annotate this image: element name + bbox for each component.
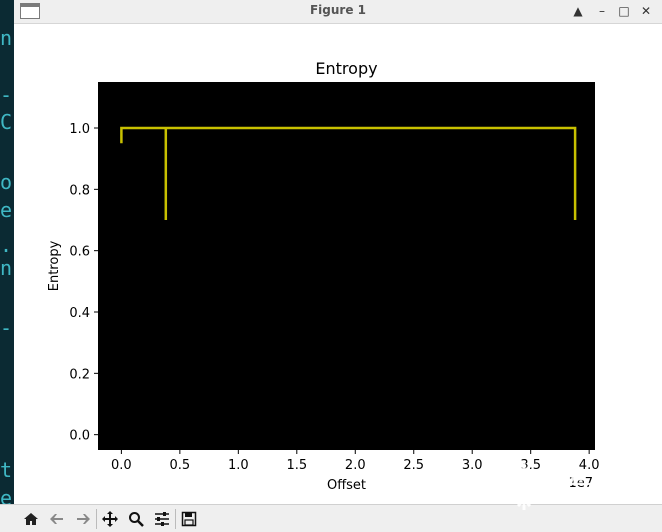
y-tick-label: 0.6 [69, 245, 90, 260]
save-icon[interactable] [178, 509, 200, 529]
chart-title: Entropy [315, 59, 377, 78]
terminal-char: - [0, 83, 13, 107]
y-axis-label: Entropy [47, 240, 62, 291]
window-menu-button[interactable]: ▲ [570, 3, 586, 19]
back-icon[interactable] [46, 509, 68, 529]
forward-icon[interactable] [72, 509, 94, 529]
toolbar-separator [96, 509, 97, 529]
x-tick-label: 2.0 [345, 458, 366, 473]
terminal-char: t [0, 458, 13, 482]
x-tick-label: 3.0 [462, 458, 483, 473]
y-tick-label: 0.4 [69, 306, 90, 321]
plot-background[interactable] [98, 82, 595, 450]
watermark-text: 看雪 [558, 470, 626, 510]
y-tick-label: 0.8 [69, 183, 90, 198]
pan-icon[interactable] [99, 509, 121, 529]
plot-area[interactable]: Entropy 0.0 0.5 1.0 1.5 2.0 2.5 3.0 3.5 4.0 0.0 0.2… [14, 24, 662, 504]
home-icon[interactable] [20, 509, 42, 529]
x-axis-label: Offset [327, 478, 366, 493]
x-tick-label: 0.0 [111, 458, 132, 473]
y-tick-label: 0.0 [69, 429, 90, 444]
entropy-chart[interactable]: Entropy0.0 0.5 1.0 1.5 2.0 2.5 3.0 3.5 4.00.00.2… [14, 24, 662, 504]
terminal-char: n [0, 256, 13, 280]
zoom-icon[interactable] [125, 509, 147, 529]
maximize-button[interactable]: □ [616, 3, 632, 19]
window-title: Figure 1 [309, 3, 367, 17]
toolbar-separator [175, 509, 176, 529]
minimize-button[interactable]: – [594, 3, 610, 19]
snowflake-icon [502, 462, 546, 510]
configure-icon[interactable] [151, 509, 173, 529]
y-tick-label: 1.0 [69, 122, 90, 137]
x-tick-label: 2.5 [403, 458, 424, 473]
terminal-char: n [0, 26, 13, 50]
x-tick-label: 1.5 [286, 458, 307, 473]
watermark: 看雪 [496, 456, 656, 516]
x-tick-label: 0.5 [170, 458, 191, 473]
figure-window: Figure 1 ▲ – □ ✕ Entropy 0.0 0.5 1.0 1.5 2.0 2… [14, 0, 662, 531]
x-tick-label: 1.0 [228, 458, 249, 473]
terminal-char: - [0, 316, 13, 340]
title-bar: Figure 1 ▲ – □ ✕ [14, 0, 662, 24]
close-button[interactable]: ✕ [638, 3, 654, 19]
terminal-char: o [0, 170, 13, 194]
terminal-char: e [0, 198, 13, 222]
y-tick-label: 0.2 [69, 367, 90, 382]
terminal-char: . [0, 233, 13, 257]
terminal-background: n-Coe.n-te [0, 0, 14, 531]
terminal-char: C [0, 110, 13, 134]
